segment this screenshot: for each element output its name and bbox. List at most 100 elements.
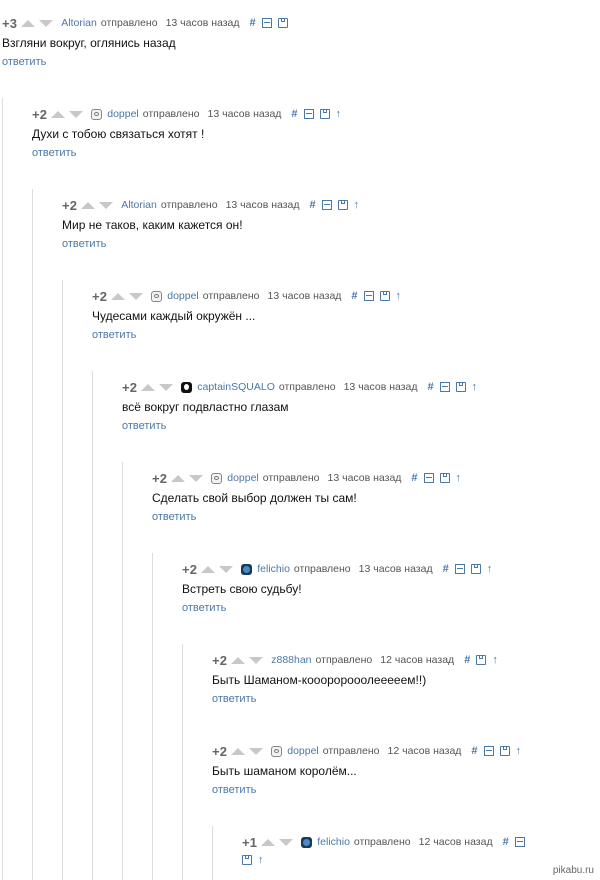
comment-meta: +2 z888han отправлено 12 часов назад # ↑ <box>212 653 498 668</box>
reply-link[interactable]: ответить <box>182 602 492 615</box>
hash-icon[interactable]: # <box>471 745 477 757</box>
sent-label: отправлено <box>315 654 373 666</box>
author-link[interactable]: captainSQUALO <box>197 381 275 393</box>
score: +2 <box>92 288 108 304</box>
reply-link[interactable]: ответить <box>152 511 461 524</box>
save-icon[interactable] <box>319 109 330 119</box>
save-icon[interactable] <box>470 564 481 574</box>
parent-arrow-icon[interactable]: ↑ <box>487 563 493 575</box>
author-link[interactable]: Altorian <box>61 17 97 29</box>
collapse-icon[interactable] <box>483 746 494 756</box>
upvote-icon[interactable] <box>231 747 246 755</box>
reply-link[interactable]: ответить <box>62 238 359 251</box>
avatar <box>211 472 223 484</box>
save-icon[interactable] <box>242 855 252 865</box>
parent-arrow-icon[interactable]: ↑ <box>456 472 462 484</box>
author-link[interactable]: Altorian <box>121 199 157 211</box>
hash-icon[interactable]: # <box>443 563 449 575</box>
upvote-icon[interactable] <box>231 656 246 664</box>
timestamp: 13 часов назад <box>165 17 240 29</box>
downvote-icon[interactable] <box>249 656 264 664</box>
save-icon[interactable] <box>455 382 466 392</box>
thread-line <box>32 189 33 880</box>
sent-label: отправлено <box>142 108 200 120</box>
parent-arrow-icon[interactable]: ↑ <box>492 654 498 666</box>
reply-link[interactable]: ответить <box>122 420 477 433</box>
collapse-icon[interactable] <box>303 109 314 119</box>
collapse-icon[interactable] <box>454 564 465 574</box>
score: +2 <box>62 197 78 213</box>
downvote-icon[interactable] <box>129 292 144 300</box>
collapse-icon[interactable] <box>321 200 332 210</box>
parent-arrow-icon[interactable]: ↑ <box>396 290 402 302</box>
collapse-icon[interactable] <box>261 18 272 28</box>
score: +2 <box>182 561 198 577</box>
thread-line <box>2 98 3 880</box>
upvote-icon[interactable] <box>171 474 186 482</box>
save-icon[interactable] <box>476 655 487 665</box>
hash-icon[interactable]: # <box>310 199 316 211</box>
parent-arrow-icon[interactable]: ↑ <box>336 108 342 120</box>
hash-icon[interactable]: # <box>250 17 256 29</box>
author-link[interactable]: felichio <box>257 563 290 575</box>
downvote-icon[interactable] <box>189 474 204 482</box>
hash-icon[interactable]: # <box>503 836 509 848</box>
parent-arrow-icon[interactable]: ↑ <box>472 381 478 393</box>
author-link[interactable]: z888han <box>271 654 311 666</box>
comment-actions: # <box>503 836 525 848</box>
hash-icon[interactable]: # <box>291 108 297 120</box>
reply-link[interactable]: ответить <box>32 147 341 160</box>
score: +1 <box>242 834 258 850</box>
timestamp: 12 часов назад <box>418 836 493 848</box>
avatar <box>151 290 163 302</box>
author-link[interactable]: felichio <box>317 836 350 848</box>
upvote-icon[interactable] <box>261 838 276 846</box>
comment-text: всё вокруг подвластно глазам <box>122 400 289 414</box>
collapse-icon[interactable] <box>363 291 374 301</box>
downvote-icon[interactable] <box>69 110 84 118</box>
save-icon[interactable] <box>379 291 390 301</box>
author-link[interactable]: doppel <box>287 745 319 757</box>
hash-icon[interactable]: # <box>464 654 470 666</box>
author-link[interactable]: doppel <box>227 472 259 484</box>
downvote-icon[interactable] <box>159 383 174 391</box>
timestamp: 13 часов назад <box>358 563 433 575</box>
hash-icon[interactable]: # <box>428 381 434 393</box>
collapse-icon[interactable] <box>439 382 450 392</box>
timestamp: 13 часов назад <box>327 472 402 484</box>
downvote-icon[interactable] <box>249 747 264 755</box>
author-link[interactable]: doppel <box>167 290 199 302</box>
comment-meta: +3 Altorian отправлено 13 часов назад # <box>2 16 288 31</box>
downvote-icon[interactable] <box>279 838 294 846</box>
reply-link[interactable]: ответить <box>212 693 498 706</box>
comment-text: Мир не таков, каким кажется он! <box>62 218 243 232</box>
downvote-icon[interactable] <box>99 201 114 209</box>
upvote-icon[interactable] <box>141 383 156 391</box>
parent-arrow-icon[interactable]: ↑ <box>354 199 360 211</box>
upvote-icon[interactable] <box>21 19 36 27</box>
collapse-icon[interactable] <box>423 473 434 483</box>
comment-meta: +2 felichio отправлено 13 часов назад # ↑ <box>182 561 493 577</box>
hash-icon[interactable]: # <box>351 290 357 302</box>
reply-link[interactable]: ответить <box>2 56 288 69</box>
parent-arrow-icon[interactable]: ↑ <box>258 854 264 866</box>
upvote-icon[interactable] <box>51 110 66 118</box>
comment: +2 z888han отправлено 12 часов назад # ↑ Быть … <box>212 653 498 706</box>
save-icon[interactable] <box>499 746 510 756</box>
save-icon[interactable] <box>439 473 450 483</box>
save-icon[interactable] <box>277 18 288 28</box>
downvote-icon[interactable] <box>219 565 234 573</box>
upvote-icon[interactable] <box>201 565 216 573</box>
comment-text: Встреть свою судьбу! <box>182 582 302 596</box>
save-icon[interactable] <box>337 200 348 210</box>
downvote-icon[interactable] <box>39 19 54 27</box>
collapse-icon[interactable] <box>514 837 525 847</box>
parent-arrow-icon[interactable]: ↑ <box>516 745 522 757</box>
sent-label: отправлено <box>160 199 218 211</box>
upvote-icon[interactable] <box>81 201 96 209</box>
upvote-icon[interactable] <box>111 292 126 300</box>
author-link[interactable]: doppel <box>107 108 139 120</box>
reply-link[interactable]: ответить <box>92 329 401 342</box>
hash-icon[interactable]: # <box>411 472 417 484</box>
reply-link[interactable]: ответить <box>212 784 521 797</box>
